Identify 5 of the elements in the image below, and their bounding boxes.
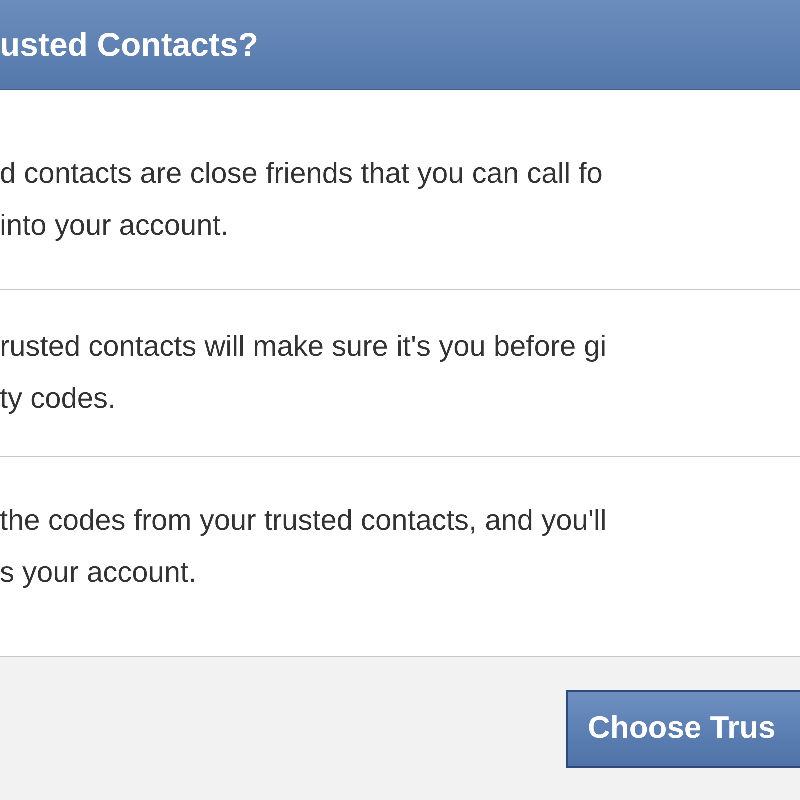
info-paragraph: d contacts are close friends that you can call fo into your account. — [0, 156, 604, 244]
dialog-title: usted Contacts? — [0, 24, 259, 65]
info-paragraph: rusted contacts will make sure it's you before gi ty codes. — [0, 330, 608, 417]
info-paragraph: the codes from your trusted contacts, and you'll s your account. — [0, 504, 608, 590]
choose-contacts-button[interactable]: Choose Trus — [566, 690, 800, 768]
